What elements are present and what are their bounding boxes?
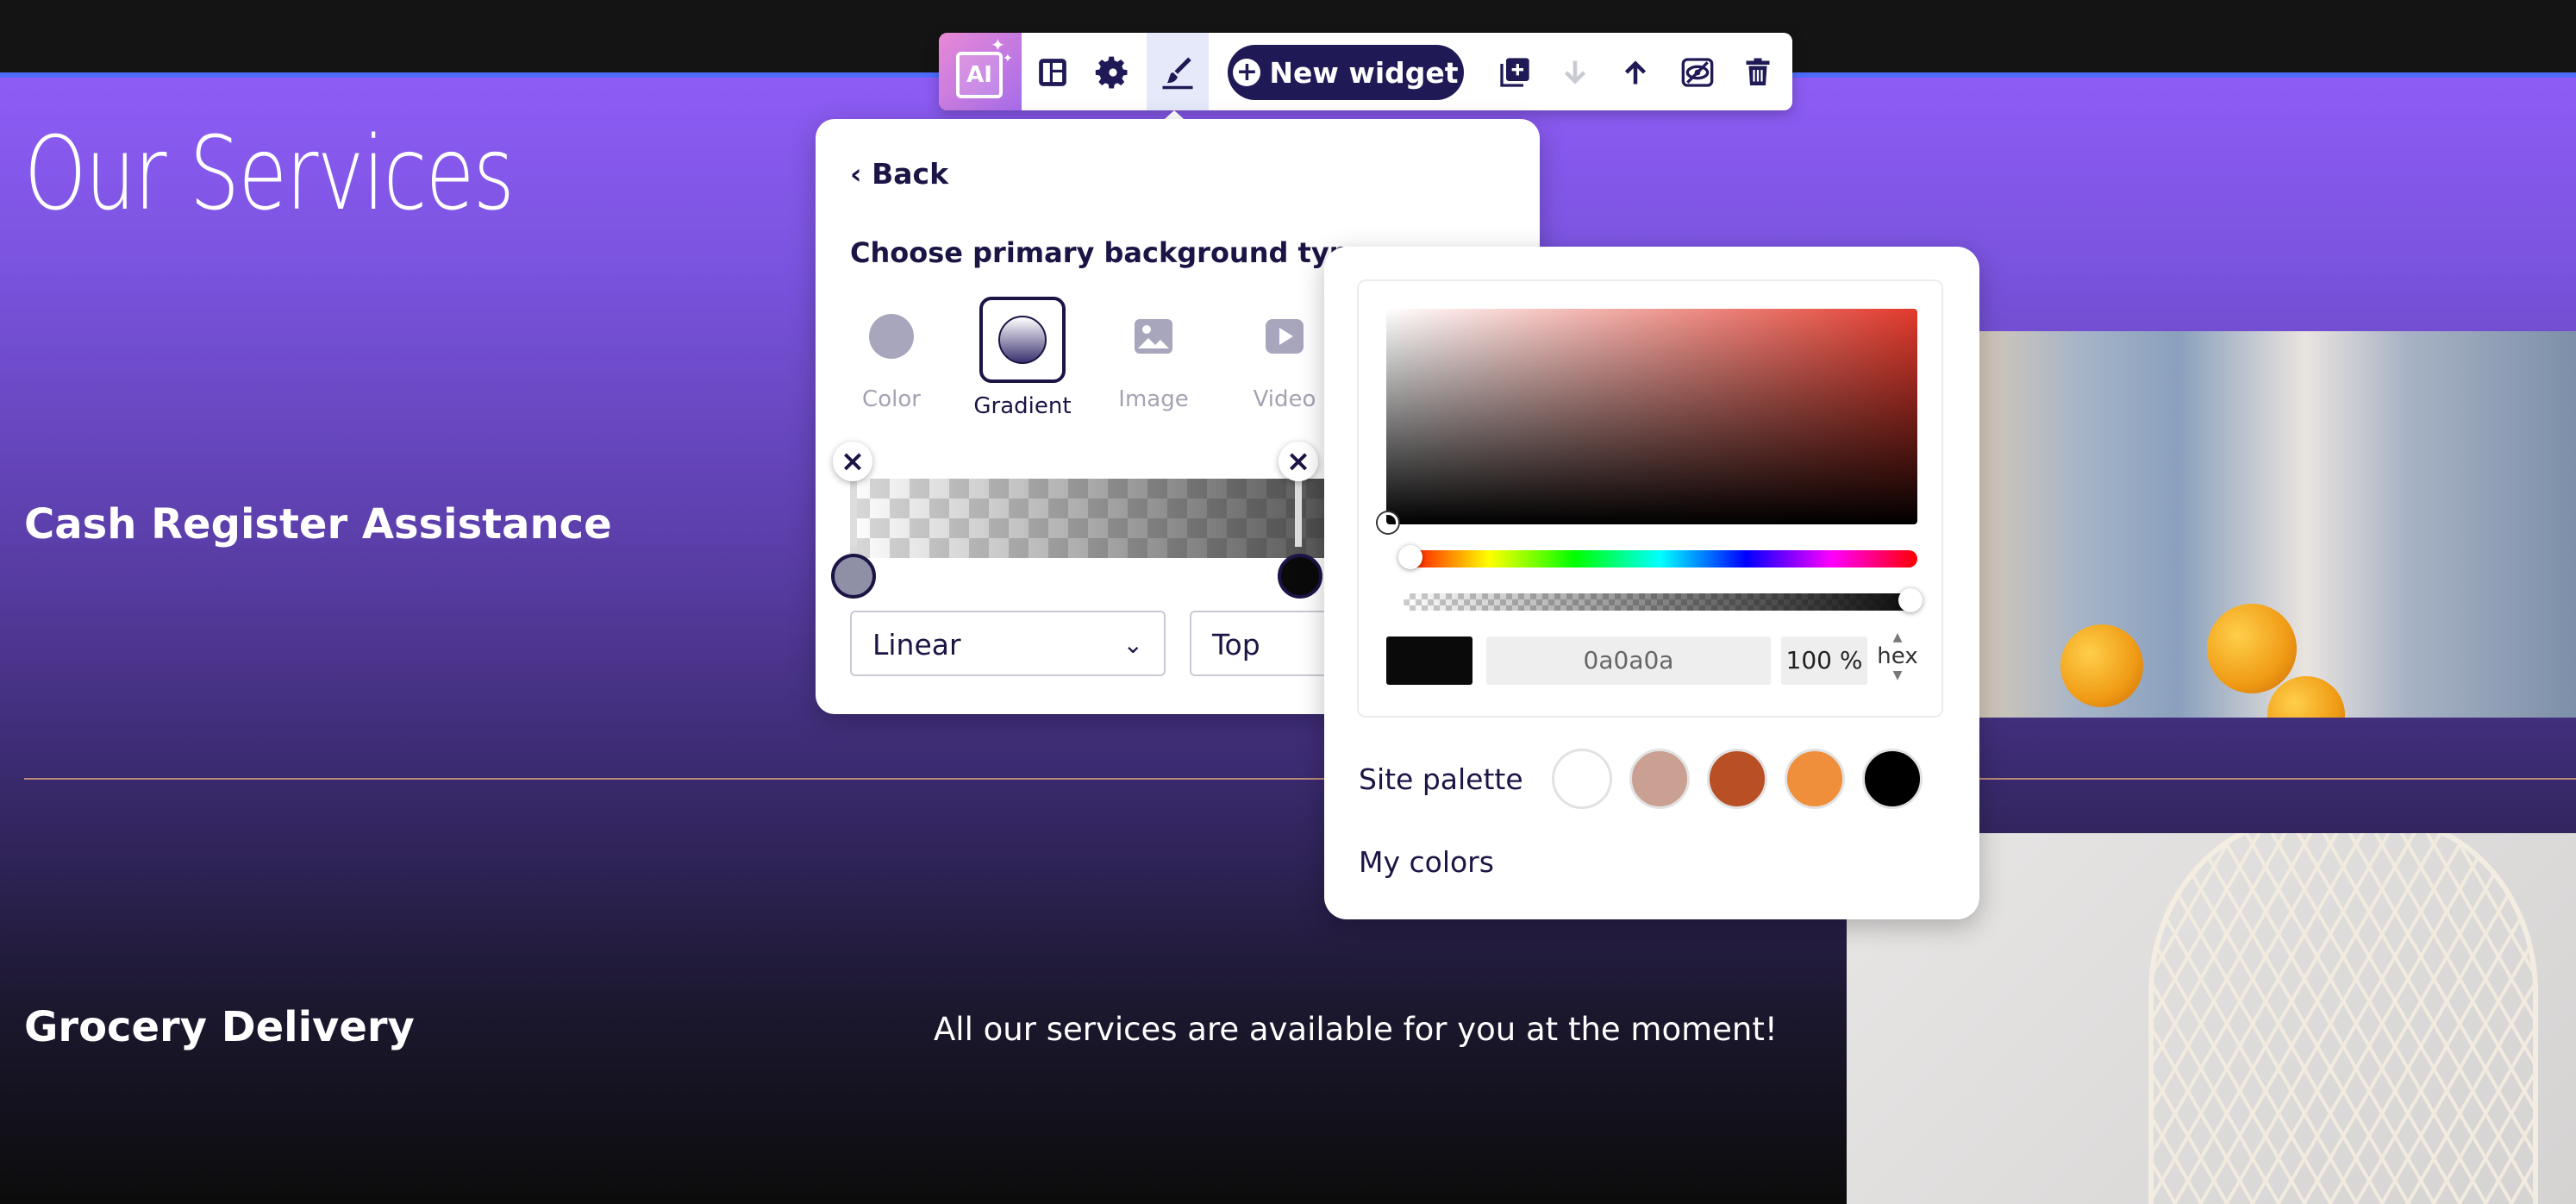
circle-icon xyxy=(852,297,931,376)
sparkle-icon: ✦ xyxy=(1003,52,1013,66)
back-button[interactable]: ‹ Back xyxy=(850,157,948,191)
gradient-direction-value: Top xyxy=(1212,628,1260,662)
background-type-heading: Choose primary background type: xyxy=(850,236,1379,269)
saturation-handle[interactable] xyxy=(1378,512,1398,533)
service-cash-register: Cash Register Assistance xyxy=(24,500,612,549)
palette-swatch-beige[interactable] xyxy=(1629,749,1690,809)
mesh-bag-image xyxy=(2148,833,2538,1204)
page-title: Our Services xyxy=(24,114,515,233)
section-divider xyxy=(24,778,2576,780)
ai-label: AI xyxy=(956,52,1003,98)
saturation-value-area[interactable] xyxy=(1386,309,1917,524)
palette-swatch-rust[interactable] xyxy=(1707,749,1767,809)
new-widget-button[interactable]: + New widget xyxy=(1228,45,1464,100)
format-toggle[interactable]: ▲ hex ▼ xyxy=(1876,631,1919,681)
type-image-label: Image xyxy=(1118,386,1189,412)
remove-stop-icon[interactable]: × xyxy=(1279,442,1318,481)
current-color-swatch xyxy=(1386,636,1472,685)
gradient-stop-end[interactable] xyxy=(1278,554,1322,599)
hex-input[interactable]: 0a0a0a xyxy=(1486,636,1771,685)
color-picker-popover: 0a0a0a 100 % ▲ hex ▼ Site palette My col… xyxy=(1324,247,1979,919)
my-colors-label[interactable]: My colors xyxy=(1359,845,1494,879)
type-gradient-label: Gradient xyxy=(973,393,1072,419)
gradient-type-select[interactable]: Linear ⌄ xyxy=(850,611,1166,676)
move-up-icon[interactable] xyxy=(1611,48,1660,97)
gradient-direction-select[interactable]: Top xyxy=(1190,611,1345,676)
caret-down-icon: ▼ xyxy=(1892,668,1903,682)
move-down-icon[interactable] xyxy=(1551,48,1599,97)
gradient-icon xyxy=(979,297,1066,383)
type-video-label: Video xyxy=(1253,386,1316,412)
gradient-stop-line xyxy=(850,474,857,547)
site-palette-label: Site palette xyxy=(1359,762,1523,796)
alpha-handle[interactable] xyxy=(1898,588,1923,612)
palette-swatch-white[interactable] xyxy=(1552,749,1612,809)
orange-image xyxy=(2060,624,2143,707)
opacity-input[interactable]: 100 % xyxy=(1781,636,1867,685)
type-gradient-option[interactable]: Gradient xyxy=(969,297,1076,419)
palette-swatch-black[interactable] xyxy=(1862,749,1923,809)
palette-swatch-orange[interactable] xyxy=(1785,749,1845,809)
image-icon xyxy=(1114,297,1193,376)
format-label: hex xyxy=(1877,643,1918,669)
layout-icon[interactable] xyxy=(1029,48,1077,97)
hue-slider[interactable] xyxy=(1404,550,1917,568)
video-icon xyxy=(1245,297,1324,376)
alpha-slider[interactable] xyxy=(1404,593,1917,611)
brush-icon[interactable] xyxy=(1154,48,1202,97)
settings-gear-icon[interactable] xyxy=(1089,48,1137,97)
plus-circle-icon: + xyxy=(1233,59,1261,86)
service-grocery-delivery: Grocery Delivery xyxy=(24,1003,415,1051)
type-video-option[interactable]: Video xyxy=(1231,297,1338,412)
gradient-type-value: Linear xyxy=(872,628,961,662)
availability-text: All our services are available for you a… xyxy=(934,1011,1778,1048)
hide-icon[interactable] xyxy=(1673,48,1722,97)
widget-toolbar: AI ✦ ✦ + New widget xyxy=(939,33,1792,110)
gradient-stop-line xyxy=(1295,474,1302,547)
grocery-photo xyxy=(1974,331,2576,718)
back-label: Back xyxy=(872,157,949,191)
type-color-option[interactable]: Color xyxy=(838,297,945,412)
hue-handle[interactable] xyxy=(1398,545,1422,569)
gradient-stop-start[interactable] xyxy=(831,554,876,599)
chevron-left-icon: ‹ xyxy=(850,157,872,191)
type-color-label: Color xyxy=(862,386,921,412)
new-widget-label: New widget xyxy=(1269,55,1459,90)
type-image-option[interactable]: Image xyxy=(1100,297,1207,412)
ai-button[interactable]: AI ✦ ✦ xyxy=(939,33,1022,110)
remove-stop-icon[interactable]: × xyxy=(833,442,872,481)
duplicate-icon[interactable] xyxy=(1491,48,1539,97)
trash-icon[interactable] xyxy=(1734,48,1782,97)
color-picker: 0a0a0a 100 % ▲ hex ▼ xyxy=(1359,281,1941,716)
chevron-down-icon: ⌄ xyxy=(1122,630,1143,659)
orange-image xyxy=(2207,604,2297,693)
caret-up-icon: ▲ xyxy=(1892,630,1903,644)
